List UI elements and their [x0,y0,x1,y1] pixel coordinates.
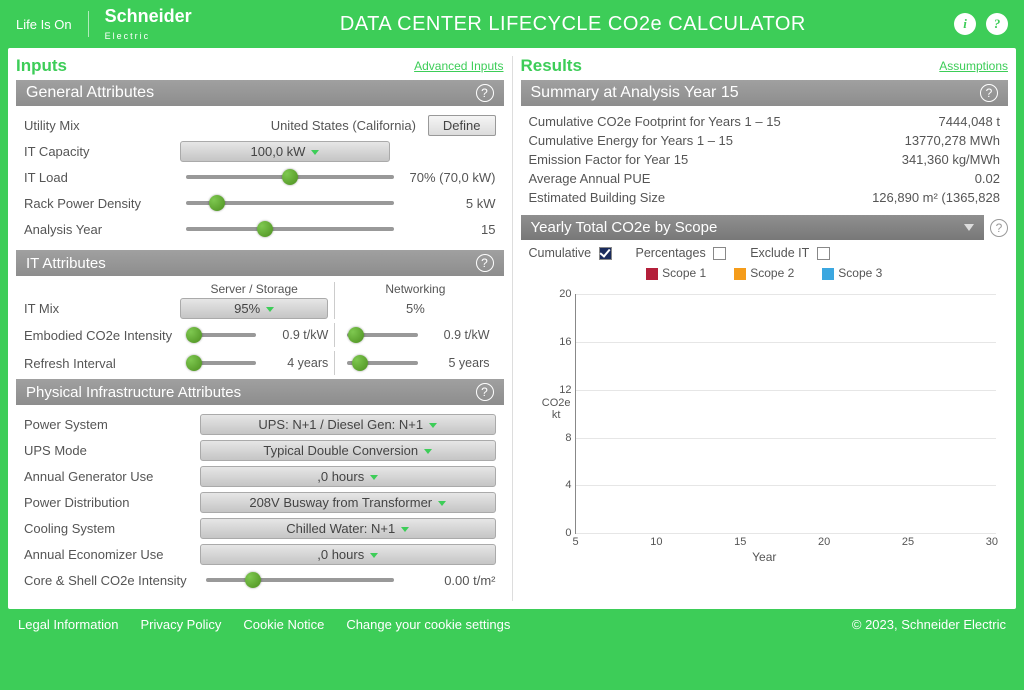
cookie-settings-link[interactable]: Change your cookie settings [346,617,510,632]
inputs-heading: Inputs [16,56,67,76]
advanced-inputs-link[interactable]: Advanced Inputs [414,59,503,73]
core-shell-value: 0.00 t/m² [406,573,496,588]
econ-use-select[interactable]: ,0 hours [200,544,496,565]
help-icon[interactable]: ? [476,383,494,401]
help-icon[interactable]: ? [476,84,494,102]
phys-attributes-bar: Physical Infrastructure Attributes ? [16,379,504,405]
gen-use-label: Annual Generator Use [24,469,194,484]
footer: Legal Information Privacy Policy Cookie … [8,609,1016,640]
cooling-select[interactable]: Chilled Water: N+1 [200,518,496,539]
privacy-link[interactable]: Privacy Policy [140,617,221,632]
ups-mode-select[interactable]: Typical Double Conversion [200,440,496,461]
embodied-intensity-label: Embodied CO2e Intensity [24,328,174,343]
summary-bar: Summary at Analysis Year 15 ? [521,80,1009,106]
server-pct-select[interactable]: 95% [180,298,328,319]
company-logo: Schneider Electric [105,6,192,42]
summary-row: Cumulative Energy for Years 1 – 1513770,… [529,131,1001,150]
it-capacity-select[interactable]: 100,0 kW [180,141,390,162]
cooling-label: Cooling System [24,521,194,536]
it-load-value: 70% (70,0 kW) [406,170,496,185]
it-attributes-bar: IT Attributes ? [16,250,504,276]
summary-row: Estimated Building Size126,890 m² (1365,… [529,188,1001,207]
results-heading: Results [521,56,582,76]
ref-server-slider[interactable] [186,361,256,365]
econ-use-label: Annual Economizer Use [24,547,194,562]
assumptions-link[interactable]: Assumptions [939,59,1008,73]
tagline: Life Is On [16,17,72,32]
summary-row: Emission Factor for Year 15341,360 kg/MW… [529,150,1001,169]
core-shell-slider[interactable] [206,578,394,582]
analysis-year-label: Analysis Year [24,222,174,237]
x-axis-label: Year [521,550,1009,564]
power-system-select[interactable]: UPS: N+1 / Diesel Gen: N+1 [200,414,496,435]
it-mix-label: IT Mix [24,301,174,316]
power-dist-select[interactable]: 208V Busway from Transformer [200,492,496,513]
co2e-chart: CO2ekt 048121620 [521,284,1009,534]
summary-table: Cumulative CO2e Footprint for Years 1 – … [521,106,1009,215]
chart-select[interactable]: Yearly Total CO2e by Scope [521,215,985,240]
it-load-slider[interactable] [186,175,394,179]
power-system-label: Power System [24,417,194,432]
copyright: © 2023, Schneider Electric [852,617,1006,632]
rack-density-label: Rack Power Density [24,196,174,211]
cumulative-check[interactable]: Cumulative [529,246,612,260]
network-pct-value: 5% [335,298,495,319]
cookie-link[interactable]: Cookie Notice [243,617,324,632]
chevron-down-icon [964,224,974,231]
it-capacity-label: IT Capacity [24,144,174,159]
analysis-year-value: 15 [406,222,496,237]
legal-link[interactable]: Legal Information [18,617,118,632]
info-icon[interactable]: i [954,13,976,35]
ups-mode-label: UPS Mode [24,443,194,458]
power-dist-label: Power Distribution [24,495,194,510]
refresh-interval-label: Refresh Interval [24,356,174,371]
brand: Life Is On Schneider Electric [16,6,192,42]
help-icon[interactable]: ? [990,219,1008,237]
utility-mix-label: Utility Mix [24,118,174,133]
emb-net-slider[interactable] [347,333,417,337]
ref-net-slider[interactable] [347,361,417,365]
summary-row: Average Annual PUE0.02 [529,169,1001,188]
emb-server-slider[interactable] [186,333,256,337]
core-shell-label: Core & Shell CO2e Intensity [24,573,194,588]
page-title: DATA CENTER LIFECYCLE CO2e CALCULATOR [192,13,954,36]
server-storage-header: Server / Storage [180,282,328,296]
utility-mix-value: United States (California) [180,118,422,133]
summary-row: Cumulative CO2e Footprint for Years 1 – … [529,112,1001,131]
help-icon[interactable]: ? [980,84,998,102]
analysis-year-slider[interactable] [186,227,394,231]
define-button[interactable]: Define [428,115,496,136]
general-attributes-bar: General Attributes ? [16,80,504,106]
help-icon[interactable]: ? [476,254,494,272]
rack-density-slider[interactable] [186,201,394,205]
help-icon[interactable]: ? [986,13,1008,35]
percentages-check[interactable]: Percentages [636,246,727,260]
chart-legend: Scope 1 Scope 2 Scope 3 [521,262,1009,284]
exclude-it-check[interactable]: Exclude IT [750,246,829,260]
top-bar: Life Is On Schneider Electric DATA CENTE… [8,0,1016,48]
gen-use-select[interactable]: ,0 hours [200,466,496,487]
networking-header: Networking [341,282,489,296]
rack-density-value: 5 kW [406,196,496,211]
it-load-label: IT Load [24,170,174,185]
